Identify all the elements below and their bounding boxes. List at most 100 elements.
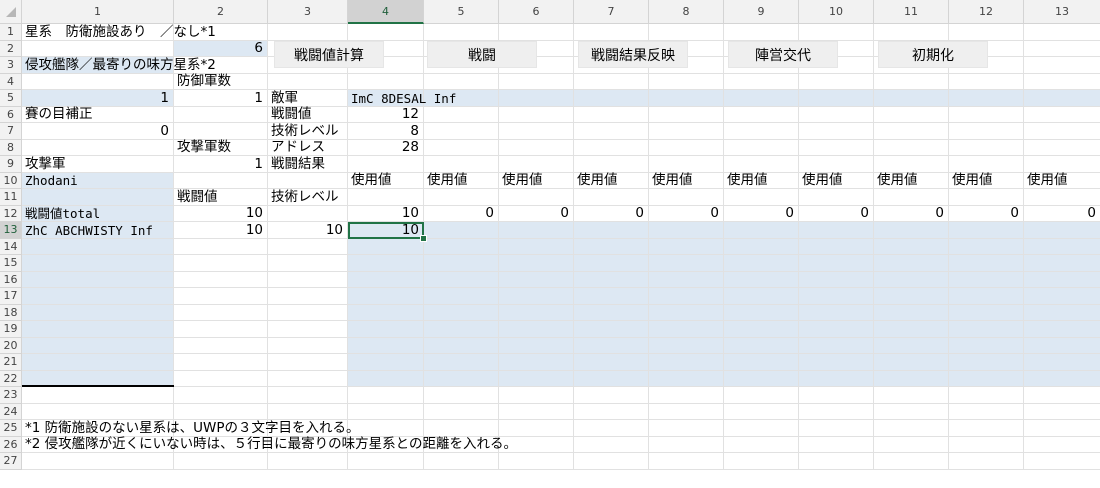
cell[interactable] [874, 24, 949, 41]
row-header[interactable]: 21 [0, 354, 22, 371]
cell[interactable] [174, 123, 268, 140]
cell[interactable] [348, 403, 424, 420]
cell[interactable] [874, 304, 949, 321]
cell[interactable] [874, 337, 949, 354]
cell[interactable] [174, 370, 268, 387]
cell[interactable] [1024, 73, 1100, 90]
cell[interactable] [649, 271, 724, 288]
cell[interactable] [874, 222, 949, 239]
init-button[interactable]: 初期化 [878, 41, 988, 68]
cell[interactable] [22, 255, 174, 272]
cell[interactable] [1024, 106, 1100, 123]
cell[interactable] [574, 304, 649, 321]
column-header[interactable]: 4 [348, 0, 424, 24]
cell[interactable] [724, 370, 799, 387]
cell[interactable] [949, 354, 1024, 371]
cell[interactable] [1024, 123, 1100, 140]
cell[interactable] [574, 255, 649, 272]
cell[interactable] [649, 403, 724, 420]
cell[interactable] [799, 337, 874, 354]
cell[interactable] [348, 453, 424, 470]
cell[interactable] [574, 436, 649, 453]
cell[interactable] [724, 304, 799, 321]
cell[interactable] [949, 24, 1024, 41]
cell[interactable] [268, 271, 348, 288]
cell[interactable] [499, 255, 574, 272]
cell[interactable] [649, 288, 724, 305]
cell[interactable] [649, 222, 724, 239]
cell[interactable] [424, 370, 499, 387]
column-header[interactable]: 6 [499, 0, 574, 24]
cell[interactable] [1024, 255, 1100, 272]
cell[interactable] [874, 288, 949, 305]
cell[interactable] [724, 255, 799, 272]
cell[interactable] [874, 321, 949, 338]
cell[interactable] [799, 238, 874, 255]
column-header[interactable]: 1 [22, 0, 174, 24]
cell[interactable] [874, 238, 949, 255]
row-header[interactable]: 1 [0, 24, 22, 41]
cell[interactable] [649, 337, 724, 354]
cell[interactable] [799, 304, 874, 321]
cell[interactable] [268, 321, 348, 338]
cell[interactable] [874, 255, 949, 272]
cell[interactable] [949, 222, 1024, 239]
cell[interactable] [22, 387, 174, 404]
cell[interactable] [268, 354, 348, 371]
cell[interactable] [799, 156, 874, 173]
cell[interactable] [574, 288, 649, 305]
cell[interactable] [799, 354, 874, 371]
cell[interactable] [574, 24, 649, 41]
cell[interactable] [649, 354, 724, 371]
fill-handle[interactable] [420, 234, 427, 242]
cell[interactable] [949, 288, 1024, 305]
cell[interactable] [1024, 436, 1100, 453]
selected-cell[interactable] [348, 222, 424, 239]
cell[interactable] [874, 139, 949, 156]
cell[interactable] [1024, 403, 1100, 420]
cell[interactable] [348, 321, 424, 338]
calc-button[interactable]: 戦闘値計算 [274, 41, 384, 68]
row-header[interactable]: 6 [0, 106, 22, 123]
cell[interactable] [724, 288, 799, 305]
row-header[interactable]: 2 [0, 40, 22, 57]
cell[interactable] [574, 337, 649, 354]
cell[interactable] [424, 387, 499, 404]
cell[interactable] [424, 288, 499, 305]
cell[interactable] [1024, 420, 1100, 437]
cell[interactable] [724, 123, 799, 140]
cell[interactable] [649, 370, 724, 387]
row-header[interactable]: 3 [0, 57, 22, 74]
cell[interactable] [949, 139, 1024, 156]
cell[interactable] [574, 106, 649, 123]
row-header[interactable]: 26 [0, 436, 22, 453]
cell[interactable] [499, 387, 574, 404]
cell[interactable] [874, 123, 949, 140]
cell[interactable] [424, 337, 499, 354]
cell[interactable] [724, 453, 799, 470]
cell[interactable] [724, 238, 799, 255]
row-header[interactable]: 19 [0, 321, 22, 338]
cell[interactable] [574, 222, 649, 239]
cell[interactable] [574, 139, 649, 156]
cell[interactable] [1024, 387, 1100, 404]
cell[interactable] [724, 24, 799, 41]
cell[interactable] [499, 271, 574, 288]
cell[interactable] [649, 255, 724, 272]
cell[interactable] [799, 271, 874, 288]
cell[interactable] [1024, 271, 1100, 288]
cell[interactable] [949, 123, 1024, 140]
cell[interactable] [724, 73, 799, 90]
cell[interactable] [649, 387, 724, 404]
cell[interactable] [574, 403, 649, 420]
cell[interactable] [874, 420, 949, 437]
cell[interactable] [1024, 24, 1100, 41]
cell[interactable] [724, 189, 799, 206]
cell[interactable] [1024, 354, 1100, 371]
cell[interactable] [348, 304, 424, 321]
cell[interactable] [22, 453, 174, 470]
cell[interactable] [424, 321, 499, 338]
cell[interactable] [499, 354, 574, 371]
cell[interactable] [799, 420, 874, 437]
row-header[interactable]: 16 [0, 271, 22, 288]
